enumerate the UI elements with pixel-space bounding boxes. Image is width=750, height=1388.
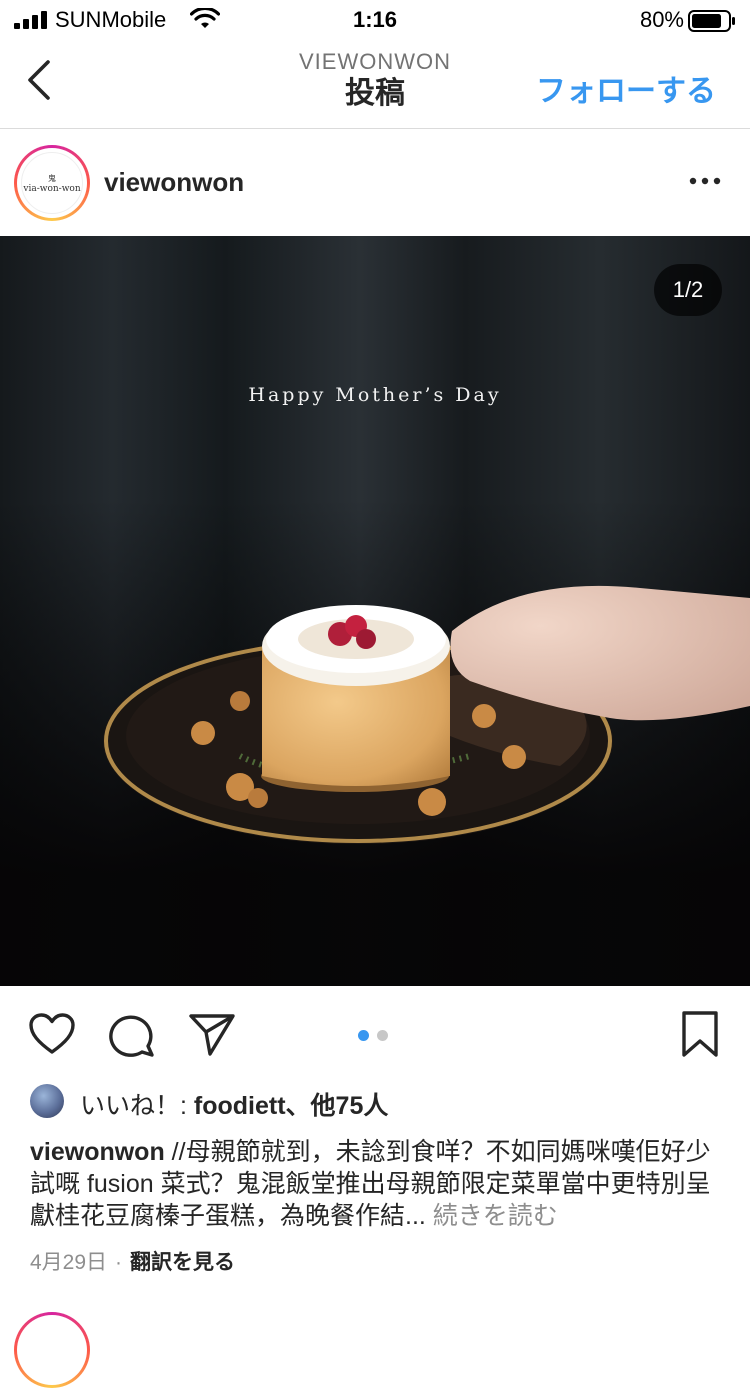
post-meta: 4月29日 · 翻訳を見る [30,1246,235,1276]
share-send-icon[interactable] [188,1012,236,1056]
photo-overlay-text: Happy Mother’s Day [248,384,502,406]
likes-text: いいね！: foodiett、他75人 [80,1086,388,1122]
see-translation-link[interactable]: 翻訳を見る [130,1251,235,1274]
likes-users[interactable]: foodiett、他75人 [194,1092,388,1120]
avatar[interactable]: 鬼 via-won-won [14,145,90,221]
save-bookmark-icon[interactable] [680,1010,720,1058]
comment-icon[interactable] [108,1012,156,1058]
meta-separator: · [115,1251,123,1274]
caption-username[interactable]: viewonwon [30,1138,165,1166]
logo-text-bottom: via-won-won [23,183,81,194]
like-heart-icon[interactable] [28,1012,76,1056]
battery-percentage: 80% [639,7,684,32]
post-action-bar [0,986,750,1082]
logo-text-top: 鬼 [48,173,56,183]
cake-photo-illustration [0,236,750,986]
post-caption: viewonwon //母親節就到，未諗到食咩？不如同媽咪嘆佢好少試嘅 fusi… [30,1136,720,1232]
likes-prefix: いいね！: [80,1092,194,1120]
post-header: 鬼 via-won-won viewonwon [0,129,750,235]
more-options-icon[interactable] [688,171,722,191]
follow-button[interactable]: フォローする [536,66,716,110]
nav-title-group: VIEWONWON 投稿 [200,48,550,112]
battery-icon [688,10,735,32]
carousel-dot-active [358,1030,369,1041]
post-photo[interactable]: Happy Mother’s Day 1/2 [0,236,750,986]
liker-avatar [30,1084,64,1118]
carousel-counter: 1/2 [654,264,722,316]
post-username[interactable]: viewonwon [104,167,244,198]
status-bar: SUNMobile 1:16 80% [0,0,750,40]
read-more-link[interactable]: 続きを読む [426,1202,558,1230]
carousel-dot [377,1030,388,1041]
next-post-avatar[interactable] [14,1312,90,1388]
carousel-indicator [358,1028,396,1046]
back-chevron-icon[interactable] [22,56,58,104]
brand-logo: 鬼 via-won-won [21,152,83,214]
page-title: 投稿 [345,77,405,110]
status-time: 1:16 [352,7,398,32]
post-date: 4月29日 [30,1251,108,1274]
likes-summary[interactable]: いいね！: foodiett、他75人 [30,1084,730,1120]
navigation-bar: VIEWONWON 投稿 フォローする [0,40,750,129]
nav-account-name: VIEWONWON [299,49,451,74]
